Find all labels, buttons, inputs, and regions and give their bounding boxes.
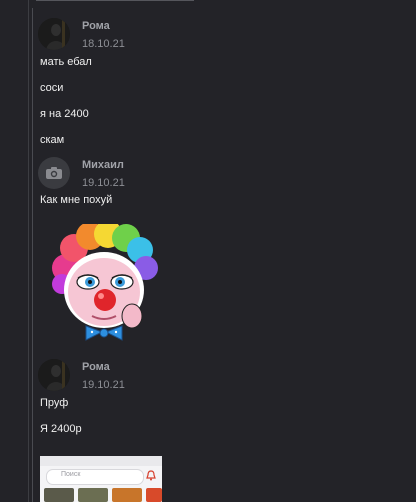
message-date: 19.10.21 xyxy=(82,177,125,189)
image-attachment[interactable]: Поиск xyxy=(40,456,162,502)
thumbnail xyxy=(78,488,108,502)
message: Рома 19.10.21 Пруф Я 2400р xyxy=(38,359,398,449)
message-text: скам xyxy=(40,134,65,146)
message-text: Пруф xyxy=(40,397,69,409)
message-date: 18.10.21 xyxy=(82,38,125,50)
thumbnail xyxy=(44,488,74,502)
message-text: Как мне похуй xyxy=(40,194,113,206)
message-text: Я 2400р xyxy=(40,423,82,435)
avatar[interactable] xyxy=(38,157,70,189)
bell-icon xyxy=(146,470,156,481)
clown-sticker-icon xyxy=(52,220,158,341)
search-placeholder: Поиск xyxy=(61,471,81,478)
message-text: я на 2400 xyxy=(40,108,89,120)
status-bar xyxy=(40,456,162,466)
sticker-clown[interactable] xyxy=(48,220,162,344)
thread-divider-inner xyxy=(32,8,33,502)
thread-divider-outer xyxy=(28,0,29,502)
author-name[interactable]: Рома xyxy=(82,20,110,32)
message-text: мать ебал xyxy=(40,56,92,68)
message-date: 19.10.21 xyxy=(82,379,125,391)
search-field: Поиск xyxy=(46,469,144,485)
user-photo-icon xyxy=(38,359,70,391)
top-divider xyxy=(36,0,194,1)
thumbnail xyxy=(146,488,162,502)
avatar[interactable] xyxy=(38,359,70,391)
avatar[interactable] xyxy=(38,18,70,50)
message: Михаил 19.10.21 Как мне похуй xyxy=(38,157,398,217)
message-text: соси xyxy=(40,82,64,94)
message: Рома 18.10.21 мать ебал соси я на 2400 с… xyxy=(38,18,398,158)
user-photo-icon xyxy=(38,18,70,50)
author-name[interactable]: Михаил xyxy=(82,159,124,171)
author-name[interactable]: Рома xyxy=(82,361,110,373)
camera-icon xyxy=(46,167,62,179)
thumbnail xyxy=(112,488,142,502)
